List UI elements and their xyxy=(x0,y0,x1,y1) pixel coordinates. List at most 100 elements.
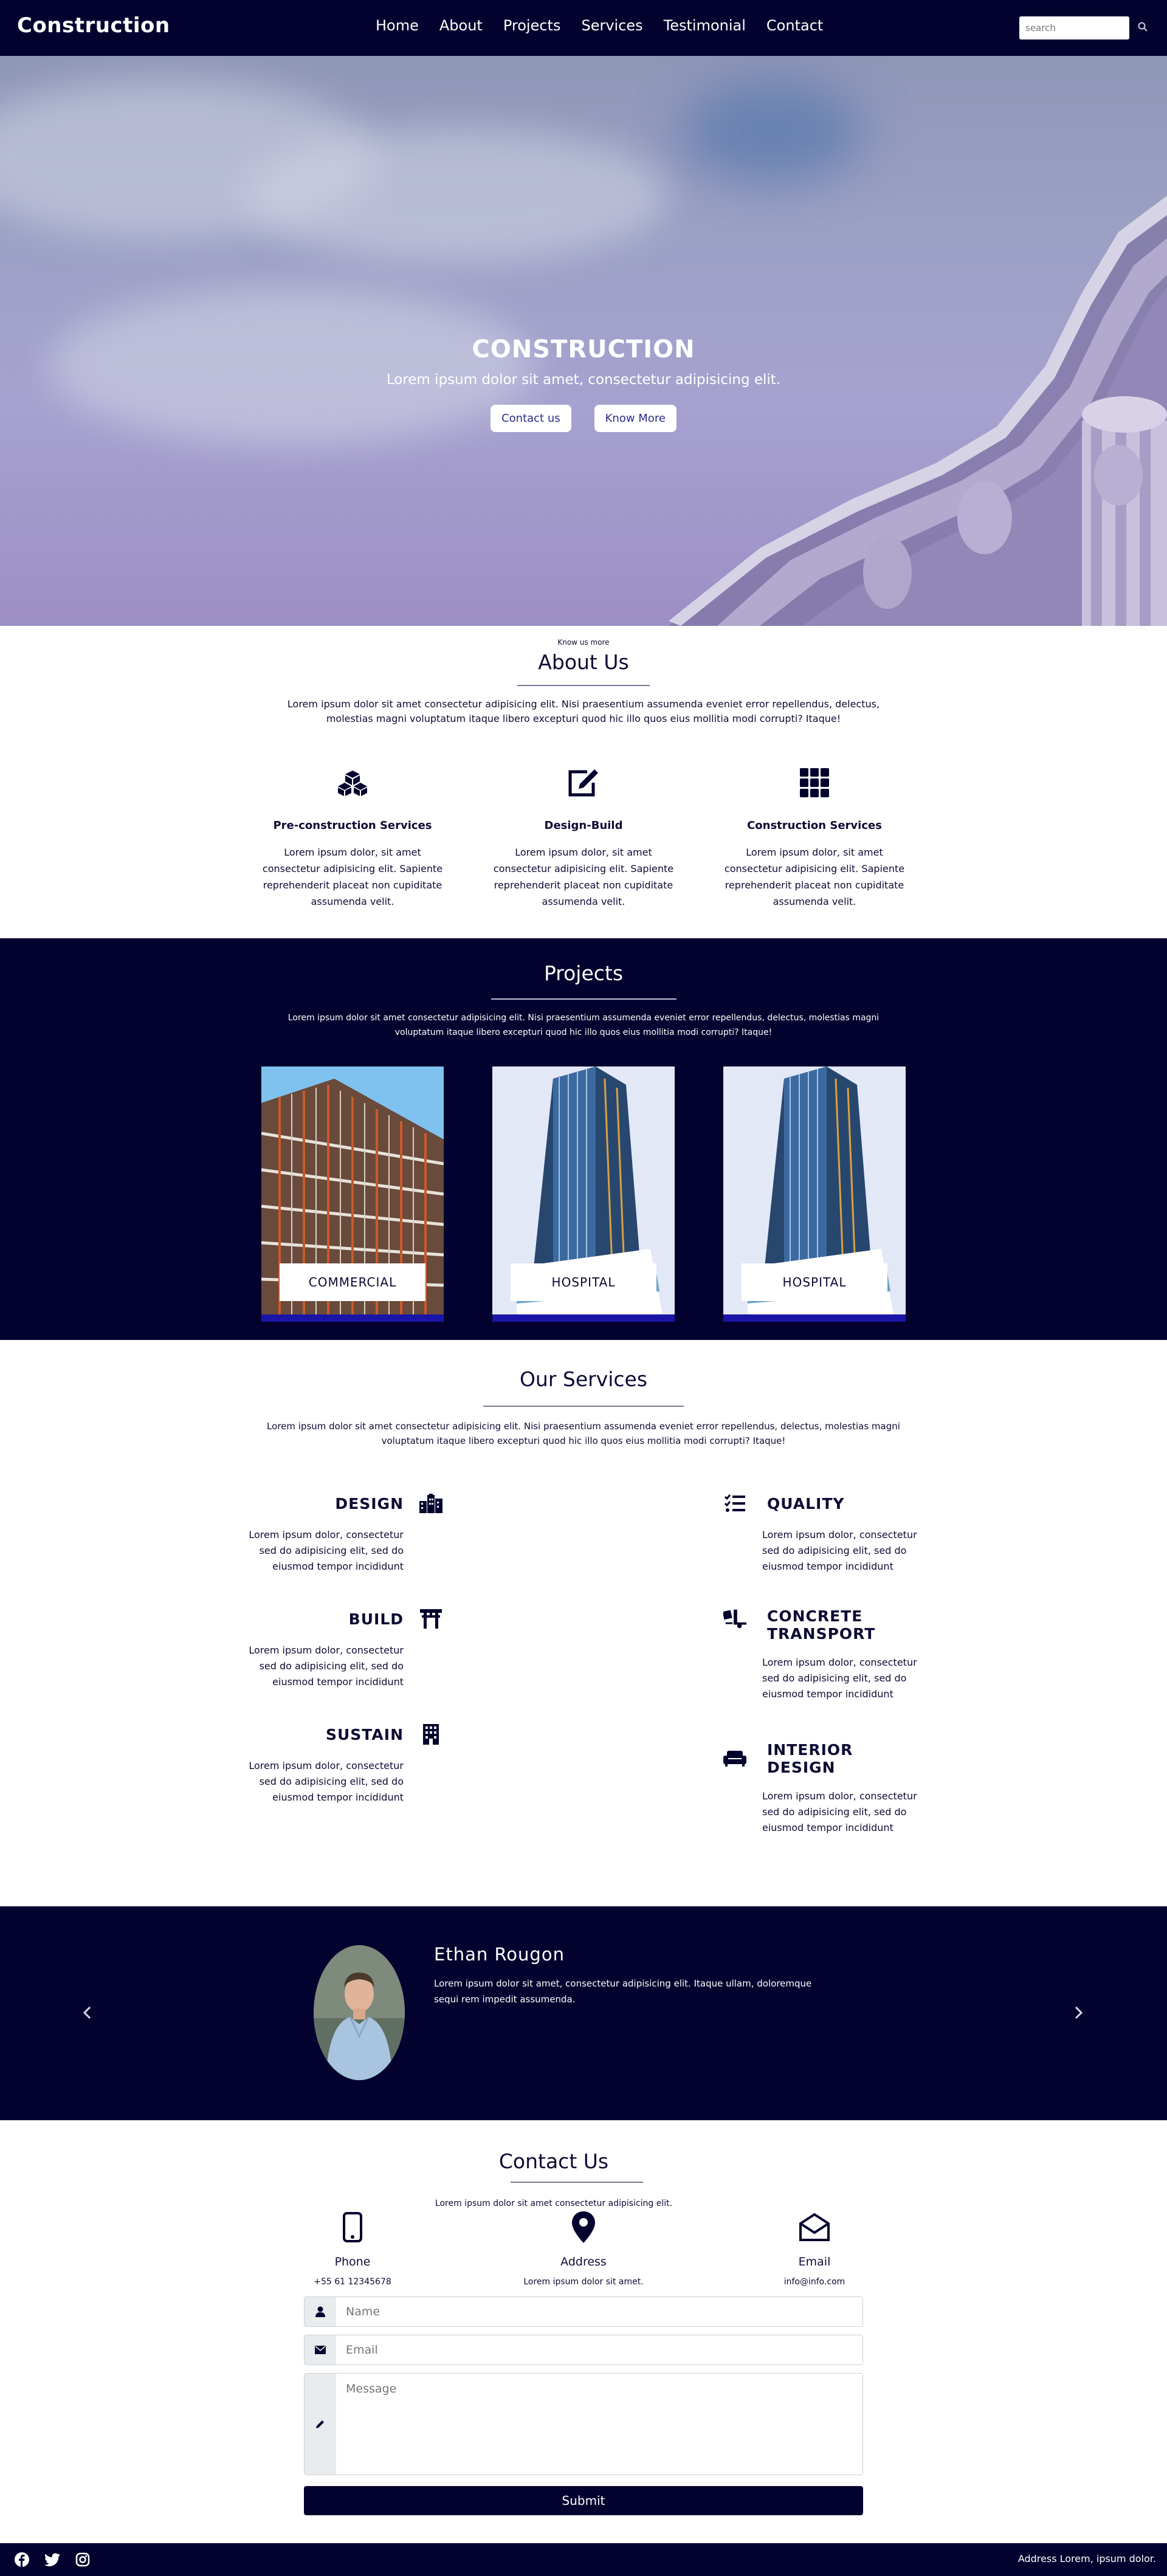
project-label: COMMERCIAL xyxy=(280,1263,425,1301)
tasks-icon xyxy=(723,1492,746,1515)
projects-title: Projects xyxy=(543,961,624,985)
contact-label: Phone xyxy=(334,2255,371,2269)
navbar: Construction Home About Projects Service… xyxy=(0,0,1167,56)
building-icon xyxy=(419,1723,442,1746)
facebook-icon[interactable] xyxy=(13,2551,30,2568)
feature-title: Design-Build xyxy=(544,819,623,832)
features-row: Pre-construction Services Lorem ipsum do… xyxy=(0,766,1167,910)
about-kicker: Know us more xyxy=(557,638,610,647)
testimonial-text: Lorem ipsum dolor sit amet, consectetur … xyxy=(434,1978,812,2005)
city-icon xyxy=(419,1492,442,1515)
feature-card: Construction Services Lorem ipsum dolor,… xyxy=(717,766,912,910)
project-card-commercial[interactable]: COMMERCIAL xyxy=(261,1066,444,1322)
pencil-icon xyxy=(305,2374,336,2475)
nav-services[interactable]: Services xyxy=(581,17,642,34)
footer: Address Lorem, ipsum dolor. xyxy=(0,2543,1167,2576)
feature-card: Pre-construction Services Lorem ipsum do… xyxy=(255,766,450,910)
know-more-button[interactable]: Know More xyxy=(594,405,676,432)
contact-value: +55 61 12345678 xyxy=(314,2277,391,2287)
project-cards: COMMERCIAL HOSPITAL HOSPITAL xyxy=(0,1066,1167,1322)
map-marker-icon xyxy=(492,2209,675,2245)
contact-us-button[interactable]: Contact us xyxy=(491,405,571,432)
nav-links: Home About Projects Services Testimonial… xyxy=(376,17,844,34)
cubes-icon xyxy=(255,766,450,800)
message-field xyxy=(304,2373,863,2475)
contact-address: Address Lorem ipsum dolor sit amet. xyxy=(492,2209,675,2287)
hero-content: CONSTRUCTION Lorem ipsum dolor sit amet,… xyxy=(0,335,1167,432)
contact-value: info@info.com xyxy=(783,2277,845,2287)
email-field xyxy=(304,2335,863,2365)
project-card-hospital[interactable]: HOSPITAL xyxy=(492,1066,675,1322)
torii-gate-icon xyxy=(419,1607,442,1630)
search-icon[interactable] xyxy=(1135,19,1150,34)
avatar xyxy=(314,1945,405,2080)
twitter-icon[interactable] xyxy=(44,2551,61,2568)
service-text: Lorem ipsum dolor, consectetur sed do ad… xyxy=(249,1760,404,1803)
truck-loading-icon xyxy=(723,1607,746,1630)
services-section: Our Services Lorem ipsum dolor sit amet … xyxy=(0,1340,1167,1906)
social-links xyxy=(13,2551,91,2568)
feature-title: Pre-construction Services xyxy=(273,819,432,832)
about-divider xyxy=(517,685,650,686)
contact-label: Email xyxy=(798,2255,831,2269)
service-text: Lorem ipsum dolor, consectetur sed do ad… xyxy=(249,1529,404,1572)
name-input[interactable] xyxy=(336,2297,862,2326)
project-label: HOSPITAL xyxy=(511,1263,656,1301)
service-text: Lorem ipsum dolor, consectetur sed do ad… xyxy=(762,1529,917,1572)
projects-description: Lorem ipsum dolor sit amet consectetur a… xyxy=(287,1013,880,1037)
message-input[interactable] xyxy=(336,2374,862,2475)
nav-testimonial[interactable]: Testimonial xyxy=(664,17,746,34)
nav-about[interactable]: About xyxy=(439,17,483,34)
nav-home[interactable]: Home xyxy=(376,17,419,34)
feature-text: Lorem ipsum dolor, sit amet consectetur … xyxy=(262,847,443,907)
services-divider xyxy=(483,1406,684,1407)
submit-button[interactable]: Submit xyxy=(304,2486,863,2515)
contact-label: Address xyxy=(560,2255,607,2269)
services-title: Our Services xyxy=(519,1367,648,1391)
contact-divider xyxy=(511,2182,643,2183)
instagram-icon[interactable] xyxy=(74,2551,91,2568)
service-title: CONCRETE TRANSPORT xyxy=(767,1607,876,1643)
service-text: Lorem ipsum dolor, consectetur sed do ad… xyxy=(762,1790,917,1833)
service-interior-design: INTERIOR DESIGN Lorem ipsum dolor, conse… xyxy=(723,1741,918,1836)
grid-icon xyxy=(717,766,912,800)
hero-subtitle: Lorem ipsum dolor sit amet, consectetur … xyxy=(386,372,781,388)
service-title: INTERIOR DESIGN xyxy=(767,1741,853,1776)
testimonial-name: Ethan Rougon xyxy=(434,1944,565,1965)
footer-address: Address Lorem, ipsum dolor. xyxy=(1017,2553,1156,2564)
feature-text: Lorem ipsum dolor, sit amet consectetur … xyxy=(493,847,674,907)
name-field xyxy=(304,2296,863,2327)
service-title: BUILD xyxy=(348,1610,404,1628)
service-design: DESIGN Lorem ipsum dolor, consectetur se… xyxy=(248,1492,442,1575)
nav-projects[interactable]: Projects xyxy=(503,17,561,34)
service-text: Lorem ipsum dolor, consectetur sed do ad… xyxy=(762,1657,917,1700)
feature-title: Construction Services xyxy=(747,819,882,832)
chevron-right-icon[interactable] xyxy=(1075,2004,1083,2024)
contact-section: Contact Us Lorem ipsum dolor sit amet co… xyxy=(0,2120,1167,2543)
chevron-left-icon[interactable] xyxy=(83,2004,91,2024)
service-quality: QUALITY Lorem ipsum dolor, consectetur s… xyxy=(723,1492,918,1575)
hero-title: CONSTRUCTION xyxy=(472,335,695,363)
projects-divider xyxy=(491,998,676,1000)
services-description: Lorem ipsum dolor sit amet consectetur a… xyxy=(267,1421,900,1446)
email-input[interactable] xyxy=(336,2335,862,2365)
service-sustain: SUSTAIN Lorem ipsum dolor, consectetur s… xyxy=(248,1723,442,1805)
brand-logo[interactable]: Construction xyxy=(17,13,170,38)
search-input[interactable] xyxy=(1019,16,1129,39)
contact-email: Email info@info.com xyxy=(723,2209,906,2287)
about-title: About Us xyxy=(538,650,629,674)
phone-icon xyxy=(261,2209,444,2245)
hero-buttons: Contact us Know More xyxy=(0,405,1167,432)
contact-value: Lorem ipsum dolor sit amet. xyxy=(523,2277,644,2287)
about-description: Lorem ipsum dolor sit amet consectetur a… xyxy=(287,698,880,724)
feature-text: Lorem ipsum dolor, sit amet consectetur … xyxy=(724,847,905,907)
testimonial-section: Ethan Rougon Lorem ipsum dolor sit amet,… xyxy=(0,1906,1167,2120)
project-label: HOSPITAL xyxy=(742,1263,887,1301)
edit-icon xyxy=(486,766,681,800)
hero-section: CONSTRUCTION Lorem ipsum dolor sit amet,… xyxy=(0,56,1167,626)
projects-section: Projects Lorem ipsum dolor sit amet cons… xyxy=(0,938,1167,1340)
nav-contact[interactable]: Contact xyxy=(766,17,823,34)
project-card-hospital[interactable]: HOSPITAL xyxy=(723,1066,906,1322)
couch-icon xyxy=(723,1747,746,1770)
contact-title: Contact Us xyxy=(498,2149,609,2173)
